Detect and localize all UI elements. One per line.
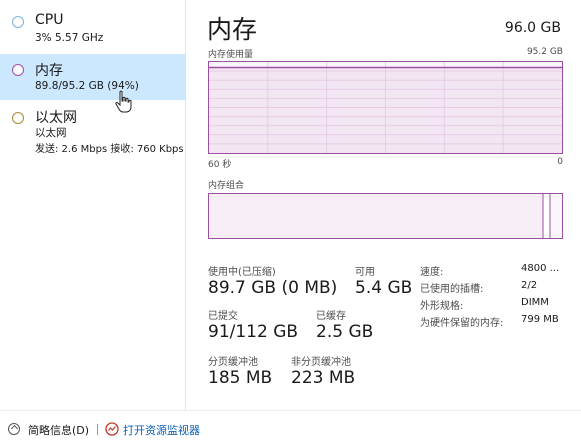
footer-divider — [97, 424, 98, 435]
memory-capacity: 96.0 GB — [504, 20, 561, 36]
memory-composition-graph-canvas — [209, 194, 562, 238]
memory-indicator-icon — [12, 64, 24, 76]
resource-sidebar: CPU 3% 5.57 GHz 内存 89.8/95.2 GB (94%) 以太… — [0, 0, 186, 410]
spec-speed-value: 4800 ... — [521, 263, 560, 274]
ethernet-indicator-icon — [12, 112, 24, 124]
cached-value: 2.5 GB — [316, 322, 374, 342]
spec-slots-key: 已使用的插槽: — [420, 284, 484, 295]
spec-reserved-key: 为硬件保留的内存: — [420, 318, 504, 329]
spec-form-factor-key: 外形规格: — [420, 301, 464, 312]
brief-info-button[interactable]: 简略信息(D) — [28, 422, 89, 438]
hand-pointer-icon — [115, 90, 132, 113]
footer-bar: 简略信息(D) 打开资源监视器 — [0, 410, 581, 445]
nonpaged-pool-label: 非分页缓冲池 — [291, 357, 351, 368]
sidebar-item-title: 以太网 — [35, 110, 77, 126]
committed-value: 91/112 GB — [208, 322, 299, 342]
chevron-up-icon[interactable] — [8, 423, 20, 435]
open-resource-monitor-link[interactable]: 打开资源监视器 — [123, 422, 200, 438]
sidebar-item-title: CPU — [35, 12, 64, 28]
nonpaged-pool-value: 223 MB — [291, 368, 356, 388]
spec-reserved-value: 799 MB — [521, 314, 559, 325]
in-use-value: 89.7 GB (0 MB) — [208, 278, 338, 298]
spec-form-factor-value: DIMM — [521, 297, 549, 308]
spec-slots-value: 2/2 — [521, 280, 538, 291]
sidebar-item-detail: 以太网 — [35, 127, 67, 139]
sidebar-item-cpu[interactable]: CPU 3% 5.57 GHz — [0, 8, 186, 50]
available-label: 可用 — [355, 267, 375, 278]
usage-graph-max-label: 95.2 GB — [526, 47, 563, 57]
page-title: 内存 — [207, 15, 258, 44]
available-value: 5.4 GB — [355, 278, 413, 298]
sidebar-item-detail: 3% 5.57 GHz — [35, 32, 104, 44]
committed-label: 已提交 — [208, 311, 238, 322]
sidebar-item-throughput: 发送: 2.6 Mbps 接收: 760 Kbps — [35, 144, 184, 155]
composition-in-use-segment — [209, 194, 543, 238]
cpu-indicator-icon — [12, 16, 24, 28]
memory-composition-graph — [208, 193, 563, 239]
memory-usage-graph — [208, 61, 563, 154]
memory-panel: 内存 96.0 GB 内存使用量 95.2 GB 60 秒 0 内存组合 使用中… — [187, 0, 581, 410]
paged-pool-value: 185 MB — [208, 368, 273, 388]
sidebar-item-title: 内存 — [35, 63, 63, 79]
resource-monitor-icon[interactable] — [105, 422, 119, 436]
cached-label: 已缓存 — [316, 311, 346, 322]
sidebar-item-ethernet[interactable]: 以太网 以太网 发送: 2.6 Mbps 接收: 760 Kbps — [0, 104, 186, 155]
usage-graph-label: 内存使用量 — [208, 50, 254, 60]
paged-pool-label: 分页缓冲池 — [208, 357, 258, 368]
sidebar-item-memory[interactable]: 内存 89.8/95.2 GB (94%) — [0, 54, 186, 100]
memory-usage-graph-canvas — [209, 62, 562, 153]
in-use-label: 使用中(已压缩) — [208, 267, 276, 278]
graph-time-label: 60 秒 — [208, 160, 232, 170]
spec-speed-key: 速度: — [420, 267, 444, 278]
graph-min-label: 0 — [557, 157, 563, 167]
composition-free-segment — [551, 194, 562, 238]
composition-graph-label: 内存组合 — [208, 181, 245, 191]
